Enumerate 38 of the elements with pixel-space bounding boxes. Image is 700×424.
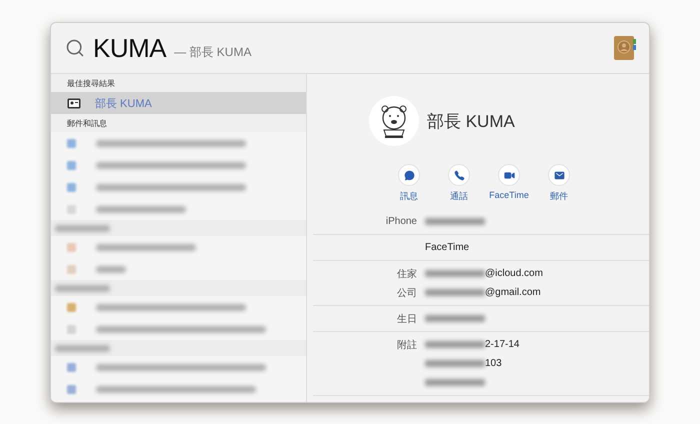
search-completion: — 部長 KUMA — [174, 44, 252, 60]
result-item[interactable]: 部長 KUMA — [51, 92, 306, 114]
blurred-result[interactable] — [96, 326, 266, 332]
field-value: 2-17-14 — [485, 339, 520, 350]
field-label: 公司 — [397, 286, 417, 300]
phone-icon — [454, 170, 464, 180]
blurred-result[interactable] — [96, 266, 126, 272]
blurred-result[interactable] — [96, 184, 246, 190]
field-label: iPhone — [386, 216, 417, 227]
blurred-result[interactable] — [96, 162, 246, 168]
contact-action-button[interactable]: 通話 — [441, 164, 477, 203]
field-label: 附註 — [397, 338, 417, 352]
blurred-result[interactable] — [96, 304, 246, 310]
field-label: 住家 — [397, 268, 417, 280]
mail-icon — [554, 170, 564, 180]
contacts-book-icon — [613, 35, 637, 61]
search-query[interactable]: KUMA — [93, 32, 166, 64]
blurred-result[interactable] — [96, 244, 196, 250]
blurred-result[interactable] — [96, 206, 186, 212]
field-value: FaceTime — [425, 242, 470, 253]
contact-action-button[interactable]: 郵件 — [541, 164, 577, 203]
blurred-result[interactable] — [96, 140, 246, 146]
chat-bubble-icon — [404, 170, 414, 180]
section-header: 最佳搜尋結果 — [51, 74, 306, 92]
section-header: 郵件和訊息 — [51, 114, 306, 132]
blurred-result[interactable] — [96, 364, 266, 370]
field-value: @icloud.com — [485, 268, 543, 279]
bear-avatar — [369, 96, 419, 146]
field-value: @gmail.com — [485, 287, 541, 298]
contact-name: 部長 KUMA — [427, 110, 515, 132]
contact-card-icon — [67, 98, 81, 108]
field-label: 生日 — [397, 312, 417, 326]
contact-action-button[interactable]: FaceTime — [491, 164, 527, 203]
blurred-result[interactable] — [96, 386, 256, 392]
video-camera-icon — [504, 170, 514, 180]
search-icon — [65, 38, 85, 58]
contact-action-button[interactable]: 訊息 — [391, 164, 427, 203]
field-value: 103 — [485, 358, 502, 369]
